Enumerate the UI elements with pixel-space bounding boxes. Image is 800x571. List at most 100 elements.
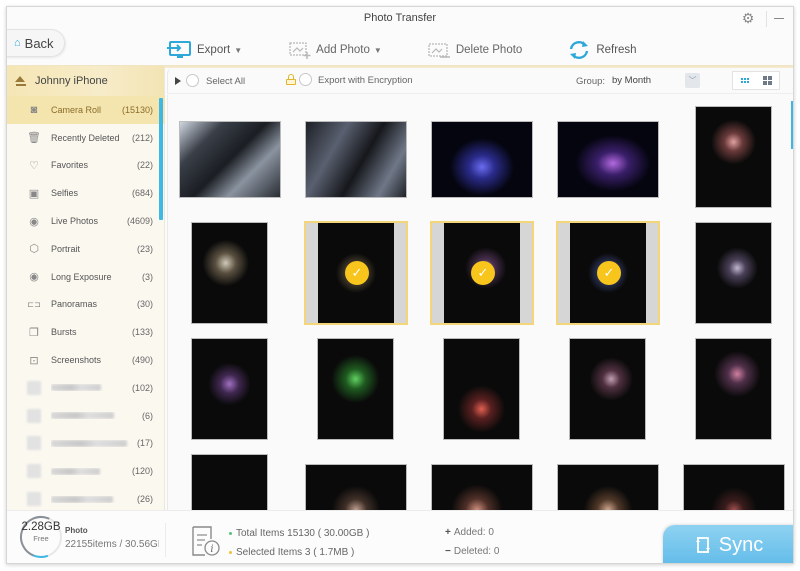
storage-category: Photo [65,526,88,535]
export-monitor-icon [167,41,191,58]
sidebar-scrollbar[interactable] [159,98,163,220]
export-button[interactable]: Export ▼ [167,40,242,60]
group-select[interactable]: by Month ﹀ [608,72,700,89]
sidebar-item-screenshots[interactable]: ⊡ Screenshots (490) [7,346,165,374]
footer-divider [165,523,166,557]
photo-item[interactable] [682,105,786,209]
back-button[interactable]: ⌂ Back [7,29,65,57]
eject-icon[interactable] [15,75,27,86]
sidebar-item-live-photos[interactable]: ◉ Live Photos (4609) [7,207,165,235]
sidebar-item-hidden-album-10[interactable]: (102) [7,374,165,402]
export-dropdown-icon[interactable]: ▼ [234,46,242,55]
device-header[interactable]: Johnny iPhone [7,66,164,96]
album-count: (17) [136,438,153,449]
sidebar-item-hidden-album-12[interactable]: (17) [7,430,165,458]
album-count: (15130) [121,104,153,115]
photo-item[interactable] [556,337,660,441]
photo-item[interactable] [304,453,408,510]
storage-free-label: Free [33,534,49,543]
selected-check-icon[interactable]: ✓ [471,261,495,285]
photo-item[interactable]: ✓ [304,221,408,325]
redacted-album-name [51,412,114,420]
photo-item[interactable]: ✓ [556,221,660,325]
large-grid-view-button[interactable] [756,72,779,89]
group-label: Group: [576,76,606,87]
sidebar-item-recently-deleted[interactable]: 🗑 Recently Deleted (212) [7,124,165,152]
photo-thumbnail [306,465,406,510]
photo-item[interactable] [304,337,408,441]
album-name: Camera Roll [51,104,102,115]
add-photo-dropdown-icon[interactable]: ▼ [374,46,382,55]
album-count: (3) [142,271,153,282]
settings-gear-icon[interactable]: ⚙ [739,10,757,26]
back-label: Back [24,35,54,51]
svg-text:i: i [210,544,213,555]
expand-arrow-icon[interactable] [175,77,181,85]
group-value: by Month [612,75,652,86]
sidebar-item-portrait[interactable]: ⬡ Portrait (23) [7,235,165,263]
photo-thumbnail [192,339,267,439]
photo-item[interactable] [178,221,282,325]
add-photo-button[interactable]: Add Photo ▼ [286,40,382,60]
selected-check-icon[interactable]: ✓ [345,261,369,285]
photo-item[interactable] [556,453,660,510]
minus-icon: − [445,546,451,557]
sync-device-icon [695,537,710,553]
live-photo-icon: ◉ [29,215,39,228]
encryption-checkbox[interactable] [299,73,312,86]
screenshot-icon: ⊡ [29,354,39,367]
panorama-icon: ⊏⊐ [27,299,41,309]
photo-thumbnail [180,122,280,197]
small-grid-view-button[interactable] [733,72,756,89]
photo-thumbnail [696,107,771,207]
album-count: (6) [142,410,153,421]
chevron-down-icon[interactable]: ﹀ [685,73,700,88]
sidebar-item-favorites[interactable]: ♡ Favorites (22) [7,152,165,180]
sync-button[interactable]: Sync [663,525,793,563]
album-count: (490) [131,355,153,366]
album-icon [27,464,41,479]
photo-item[interactable] [556,105,660,209]
refresh-button[interactable]: Refresh [566,40,637,60]
album-count: (30) [136,299,153,310]
photo-item[interactable] [430,337,534,441]
photo-item[interactable] [682,453,786,510]
photo-item[interactable] [682,337,786,441]
sidebar-item-hidden-album-13[interactable]: (120) [7,457,165,485]
sidebar-item-hidden-album-11[interactable]: (6) [7,402,165,430]
added-count: + Added: 0 [445,527,494,538]
photo-thumbnail [696,223,771,323]
selected-check-icon[interactable]: ✓ [597,261,621,285]
minimize-button[interactable] [771,9,787,27]
sidebar-item-hidden-album-14[interactable]: (26) [7,485,165,513]
sidebar-item-panoramas[interactable]: ⊏⊐ Panoramas (30) [7,291,165,319]
photo-item[interactable] [682,221,786,325]
trash-icon: 🗑 [27,132,41,145]
storage-free-value: 2.28GB [21,521,61,533]
album-name [51,467,132,475]
album-count: (120) [131,466,153,477]
sidebar-item-selfies[interactable]: ▣ Selfies (684) [7,179,165,207]
title-bar: Photo Transfer ⚙ [7,7,793,31]
photo-item[interactable] [430,105,534,209]
album-name: Bursts [51,327,77,338]
sidebar-item-bursts[interactable]: ❐ Bursts (133) [7,318,165,346]
photo-item[interactable] [304,105,408,209]
album-name: Screenshots [51,355,102,366]
total-dot-icon [229,531,232,535]
delete-photo-button[interactable]: Delete Photo [426,40,522,60]
photo-item[interactable] [178,105,282,209]
photo-item[interactable] [178,337,282,441]
photo-item[interactable] [178,453,282,510]
sidebar-item-long-exposure[interactable]: ◉ Long Exposure (3) [7,263,165,291]
album-name: Favorites [51,160,89,171]
photo-thumbnail [432,465,532,510]
photo-item[interactable]: ✓ [430,221,534,325]
total-items-text: Total Items 15130 ( 30.00GB ) [236,528,370,539]
sidebar-item-camera-roll[interactable]: ◙ Camera Roll (15130) [7,96,165,124]
album-count: (212) [131,132,153,143]
photo-item[interactable] [430,453,534,510]
select-all-checkbox[interactable] [186,74,199,87]
delete-photo-icon [428,43,450,58]
photo-grid-scrollbar[interactable] [791,101,793,149]
